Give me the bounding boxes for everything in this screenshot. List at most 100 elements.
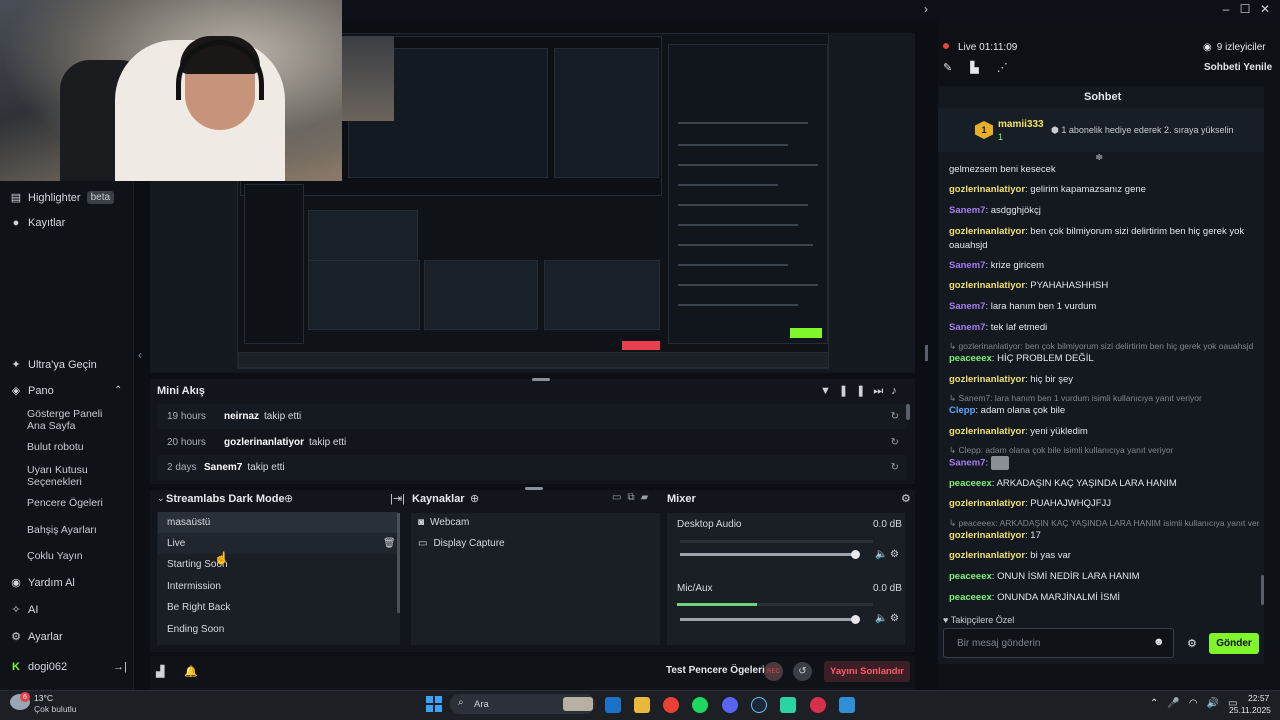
chat-username[interactable]: gozlerinanlatiyor — [949, 426, 1025, 437]
windows-start-icon[interactable] — [426, 696, 442, 712]
scrollbar[interactable] — [906, 404, 910, 420]
replay-icon[interactable]: ↻ — [891, 437, 899, 448]
speaker-icon[interactable]: 🔈 — [875, 613, 887, 624]
scene-item[interactable]: Live — [158, 533, 398, 554]
test-widgets-button[interactable]: Test Pencere Ögeleri — [666, 665, 765, 676]
volume-slider[interactable] — [680, 618, 856, 621]
sidebar-item-highlighter[interactable]: ▤ Highlighter beta — [10, 191, 115, 204]
sidebar-item-ai[interactable]: ✧ AI — [10, 603, 38, 617]
drag-handle[interactable] — [532, 378, 550, 381]
sidebar-item-recordings[interactable]: ● Kayıtlar — [10, 217, 66, 229]
clips-icon[interactable]: ▙ — [970, 61, 978, 74]
trash-icon[interactable]: 🗑 — [383, 538, 396, 549]
sidebar-item-settings[interactable]: ⚙ Ayarlar — [10, 630, 63, 644]
slider-knob[interactable] — [851, 550, 860, 559]
scene-item[interactable]: Ending Soon — [158, 619, 398, 640]
scene-item[interactable]: Intermission — [158, 576, 398, 597]
scene-transition-icon[interactable]: |⇥| — [390, 492, 405, 505]
steam-icon[interactable] — [751, 697, 767, 713]
refresh-chat-button[interactable]: Sohbeti Yenile — [1204, 62, 1272, 73]
maximize-icon[interactable]: ☐ — [1235, 2, 1255, 16]
scrollbar[interactable] — [397, 513, 400, 613]
emoji-icon[interactable]: ☻ — [1153, 636, 1165, 648]
folder-icon[interactable]: ▰ — [641, 492, 655, 503]
source-item[interactable]: ◙ Webcam — [418, 517, 469, 528]
sidebar-sub-multistream[interactable]: Çoklu Yayın — [27, 550, 83, 562]
chat-username[interactable]: Sanem7 — [949, 322, 985, 333]
app-icon[interactable] — [810, 697, 826, 713]
logout-icon[interactable]: →| — [113, 661, 127, 673]
chat-username[interactable]: gozlerinanlatiyor — [949, 184, 1025, 195]
wifi-icon[interactable]: ◠ — [1189, 698, 1207, 709]
chat-username[interactable]: peaceeex — [949, 478, 992, 489]
chat-username[interactable]: Clepp — [949, 405, 975, 416]
source-item[interactable]: ▭ Display Capture — [418, 538, 505, 549]
sidebar-item-dashboard[interactable]: ◈ Pano — [10, 384, 54, 398]
replay-icon[interactable]: ↻ — [891, 462, 899, 473]
chat-username[interactable]: gozlerinanlatiyor — [949, 530, 1025, 541]
add-scene-icon[interactable]: ⊕ — [284, 492, 293, 505]
scene-item[interactable]: Starting Soon — [158, 554, 398, 575]
chat-username[interactable]: peaceeex — [949, 571, 992, 582]
sidebar-sub-dashboard-home[interactable]: Gösterge Paneli Ana Sayfa — [27, 408, 122, 432]
microphone-icon[interactable]: 🎤 — [1167, 698, 1188, 709]
edit-icon[interactable]: ✎ — [943, 61, 952, 74]
mute-icon[interactable]: ♪ — [891, 385, 905, 397]
sidebar-sub-cloudbot[interactable]: Bulut robotu — [27, 441, 84, 453]
volume-icon[interactable]: 🔊 — [1207, 698, 1228, 709]
app-icon[interactable] — [839, 697, 855, 713]
speaker-icon[interactable]: 🔈 — [875, 549, 887, 560]
chat-username[interactable]: Sanem7 — [949, 260, 985, 271]
send-button[interactable]: Gönder — [1209, 633, 1259, 654]
gear-icon[interactable]: ⚙ — [1187, 637, 1197, 650]
sidebar-item-ultra[interactable]: ✦ Ultra'ya Geçin — [10, 358, 96, 372]
clock-date[interactable]: 25.11.2025 — [1229, 705, 1271, 715]
add-source-icon[interactable]: ⊕ — [470, 492, 479, 505]
panel-resize-handle[interactable] — [925, 345, 928, 361]
minimize-icon[interactable]: – — [1216, 2, 1236, 16]
pause-icon[interactable]: ❚❚ — [839, 385, 873, 397]
collapse-chat-icon[interactable]: › — [916, 2, 936, 16]
record-button[interactable]: REC — [764, 662, 783, 681]
chat-username[interactable]: gozlerinanlatiyor — [949, 498, 1025, 509]
skip-icon[interactable]: ⏭ — [873, 385, 891, 397]
gear-icon[interactable]: ⚙ — [901, 492, 911, 505]
chat-username[interactable]: Sanem7 — [949, 458, 985, 469]
chat-scrollbar[interactable] — [1261, 575, 1264, 605]
chat-username[interactable]: Sanem7 — [949, 301, 985, 312]
volume-slider[interactable] — [680, 553, 856, 556]
replay-icon[interactable]: ↻ — [891, 411, 899, 422]
pinned-toggle-icon[interactable]: ≑ — [1095, 152, 1103, 163]
discord-icon[interactable] — [722, 697, 738, 713]
clock-time[interactable]: 22:57 — [1248, 693, 1269, 703]
bell-icon[interactable]: 🔔 — [184, 665, 198, 678]
chrome-icon[interactable] — [663, 697, 679, 713]
chat-username[interactable]: peaceeex — [949, 592, 992, 603]
chat-username[interactable]: gozlerinanlatiyor — [949, 226, 1025, 237]
chat-username[interactable]: gozlerinanlatiyor — [949, 550, 1025, 561]
streamlabs-icon[interactable] — [780, 697, 796, 713]
gear-icon[interactable]: ⚙ — [890, 613, 899, 624]
stats-icon[interactable]: ▟ — [156, 665, 164, 678]
share-icon[interactable]: ⋰ — [997, 61, 1008, 74]
chevron-up-icon[interactable]: ⌃ — [114, 385, 122, 396]
sidebar-sub-alertbox[interactable]: Uyarı Kutusu Seçenekleri — [27, 464, 107, 488]
add-group-icon[interactable]: ▭ — [612, 492, 627, 503]
spotify-icon[interactable] — [692, 697, 708, 713]
slider-knob[interactable] — [851, 615, 860, 624]
file-explorer-icon[interactable] — [634, 697, 650, 713]
filter-icon[interactable]: ▼ — [820, 385, 839, 397]
chevron-up-icon[interactable]: ⌃ — [1150, 698, 1167, 709]
outlook-icon[interactable] — [605, 697, 621, 713]
collapse-icon[interactable]: ⌄ — [157, 493, 165, 504]
end-stream-button[interactable]: Yayını Sonlandır — [824, 661, 910, 682]
filters-icon[interactable]: ⧉ — [627, 492, 640, 503]
sidebar-item-user[interactable]: K dogi062 — [10, 661, 67, 673]
chat-username[interactable]: gozlerinanlatiyor — [949, 280, 1025, 291]
sidebar-item-help[interactable]: ◉ Yardım Al — [10, 576, 75, 590]
collapse-sidebar-icon[interactable]: ‹ — [138, 348, 142, 362]
scene-item[interactable]: masaüstü — [158, 512, 398, 533]
scene-item[interactable]: Be Right Back — [158, 597, 398, 618]
gear-icon[interactable]: ⚙ — [890, 549, 899, 560]
chat-username[interactable]: peaceeex — [949, 353, 992, 364]
